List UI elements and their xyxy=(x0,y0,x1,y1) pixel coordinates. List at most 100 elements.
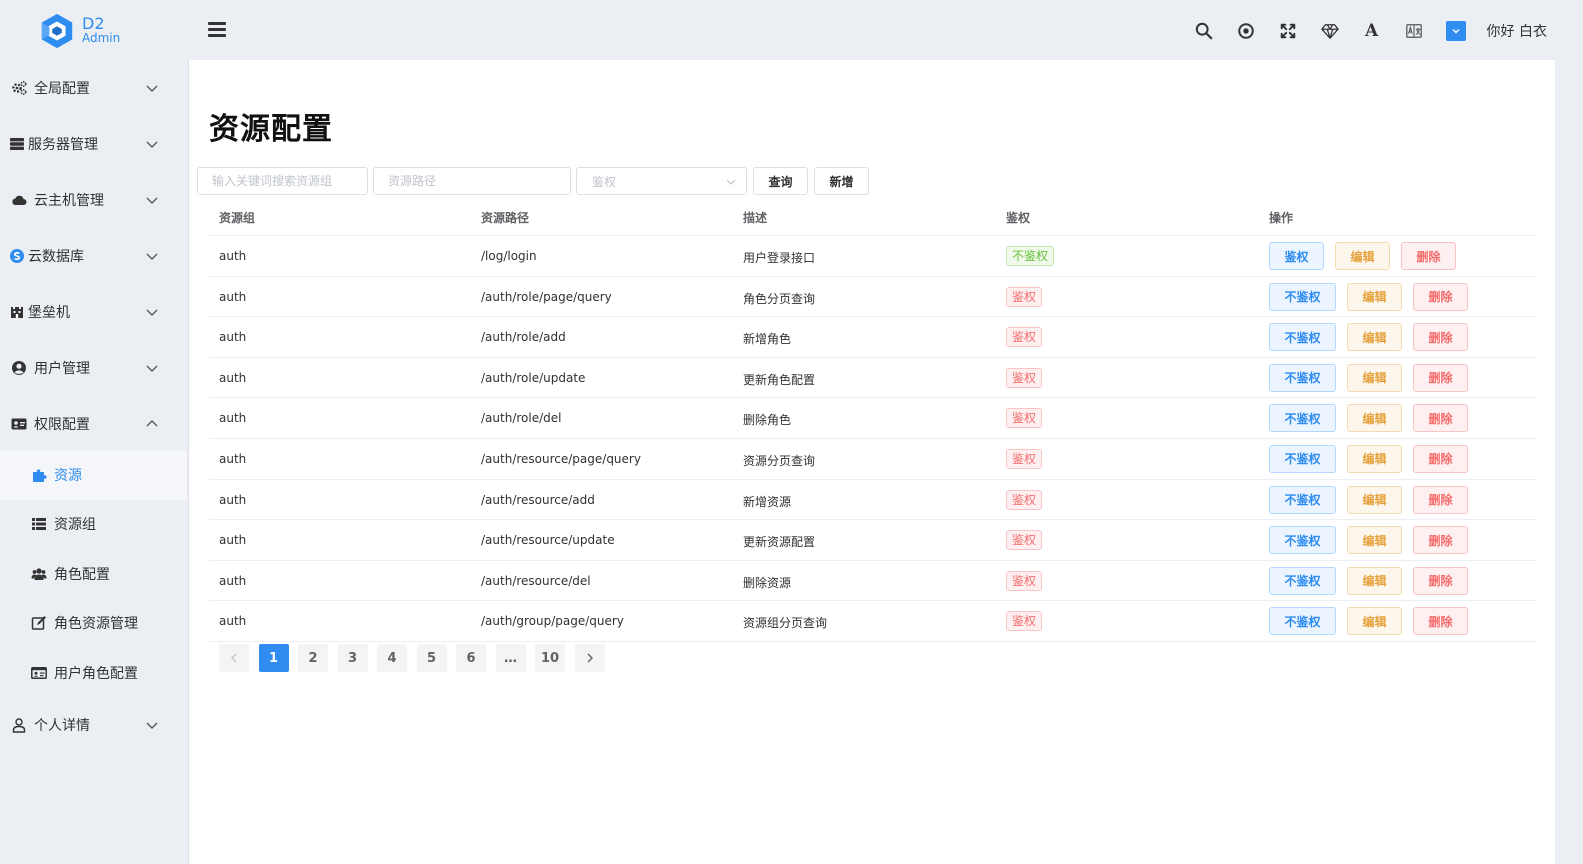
cell-group: auth xyxy=(219,289,247,304)
toggle-auth-button[interactable]: 不鉴权 xyxy=(1269,363,1336,392)
edit-button[interactable]: 编辑 xyxy=(1347,282,1402,311)
toggle-auth-button[interactable]: 鉴权 xyxy=(1269,242,1324,270)
sidebar-item-server-management[interactable]: 服务器管理 xyxy=(0,116,187,172)
sidebar-item-label: 权限配置 xyxy=(34,417,90,433)
delete-button[interactable]: 删除 xyxy=(1413,444,1468,473)
search-button[interactable] xyxy=(1183,16,1225,46)
table-row: auth/auth/role/page/query 角色分页查询 鉴权 不鉴权 编辑 删除 xyxy=(209,277,1536,318)
edit-button[interactable]: 编辑 xyxy=(1335,242,1390,270)
cell-group: auth xyxy=(219,492,247,507)
resource-group-search-input[interactable] xyxy=(197,167,368,195)
toggle-auth-button[interactable]: 不鉴权 xyxy=(1269,485,1336,514)
sidebar-item-personal-details[interactable]: 个人详情 xyxy=(0,697,187,753)
auth-status-badge: 鉴权 xyxy=(1006,448,1043,469)
auth-select-placeholder: 鉴权 xyxy=(592,174,617,189)
edit-button[interactable]: 编辑 xyxy=(1347,607,1402,636)
cell-group: auth xyxy=(219,249,247,263)
sidebar-item-user-management[interactable]: 用户管理 xyxy=(0,340,187,396)
sidebar-subitem-role-config[interactable]: 角色配置 xyxy=(0,549,187,599)
edit-button[interactable]: 编辑 xyxy=(1347,444,1402,473)
fortress-icon xyxy=(11,307,23,318)
page-number-button[interactable]: 3 xyxy=(337,644,368,672)
edit-button[interactable]: 编辑 xyxy=(1347,404,1402,433)
page-number-button[interactable]: 5 xyxy=(416,644,447,672)
theme-color-picker[interactable] xyxy=(1445,21,1466,41)
cell-path: /auth/role/page/query xyxy=(481,289,612,304)
page-number-button[interactable]: 10 xyxy=(535,644,565,672)
font-icon: A xyxy=(1364,21,1379,41)
page-number-button[interactable]: 4 xyxy=(377,644,407,672)
table-row: auth/auth/resource/update 更新资源配置 鉴权 不鉴权 编辑 删除 xyxy=(209,520,1536,561)
delete-button[interactable]: 删除 xyxy=(1413,363,1468,392)
sidebar-item-cloud-host[interactable]: 云主机管理 xyxy=(0,172,187,228)
table-row: auth/auth/resource/page/query 资源分页查询 鉴权 不鉴权… xyxy=(209,439,1536,480)
logo-subtitle: Admin xyxy=(82,31,121,45)
toggle-auth-button[interactable]: 不鉴权 xyxy=(1269,607,1336,636)
edit-button[interactable]: 编辑 xyxy=(1347,485,1402,514)
more-pages-button[interactable]: … xyxy=(495,644,526,672)
theme-button[interactable] xyxy=(1309,16,1351,46)
chevron-down-icon xyxy=(726,179,736,185)
add-button[interactable]: 新增 xyxy=(814,167,869,195)
edit-button[interactable]: 编辑 xyxy=(1347,526,1402,555)
server-icon xyxy=(10,138,24,150)
delete-button[interactable]: 删除 xyxy=(1413,485,1468,514)
delete-button[interactable]: 删除 xyxy=(1413,607,1468,636)
page-number-button[interactable]: 2 xyxy=(298,644,328,672)
resource-table: 资源组 资源路径 描述 鉴权 操作 auth/log/login 用户登录接口 不鉴… xyxy=(209,197,1536,642)
edit-button[interactable]: 编辑 xyxy=(1347,363,1402,392)
id-card-icon xyxy=(11,418,27,430)
cell-description: 用户登录接口 xyxy=(743,251,816,265)
toggle-auth-button[interactable]: 不鉴权 xyxy=(1269,444,1336,473)
sidebar-item-label: 云数据库 xyxy=(28,249,84,265)
hamburger-bar xyxy=(208,34,226,37)
app-logo[interactable]: D2 Admin xyxy=(38,12,148,50)
chevron-down-icon xyxy=(146,141,158,148)
resource-path-input[interactable] xyxy=(373,167,571,195)
sidebar-item-permission-config[interactable]: 权限配置 xyxy=(0,396,187,452)
delete-button[interactable]: 删除 xyxy=(1413,404,1468,433)
sidebar-item-label: 全局配置 xyxy=(34,81,90,97)
user-greeting[interactable]: 你好 白衣 xyxy=(1487,21,1547,41)
sidebar-subitem-resource-group[interactable]: 资源组 xyxy=(0,499,187,549)
fullscreen-icon xyxy=(1280,23,1295,39)
fullscreen-button[interactable] xyxy=(1267,16,1309,46)
delete-button[interactable]: 删除 xyxy=(1413,526,1468,555)
delete-button[interactable]: 删除 xyxy=(1401,242,1456,270)
edit-button[interactable]: 编辑 xyxy=(1347,566,1402,595)
sidebar-subitem-role-resource[interactable]: 角色资源管理 xyxy=(0,598,187,648)
query-button[interactable]: 查询 xyxy=(753,167,808,195)
next-page-button[interactable] xyxy=(575,644,605,672)
toggle-auth-button[interactable]: 不鉴权 xyxy=(1269,566,1336,595)
delete-button[interactable]: 删除 xyxy=(1413,323,1468,352)
sidebar-subitem-resource[interactable]: 资源 xyxy=(0,450,187,500)
delete-button[interactable]: 删除 xyxy=(1413,282,1468,311)
log-button[interactable] xyxy=(1225,16,1267,46)
toggle-auth-button[interactable]: 不鉴权 xyxy=(1269,282,1336,311)
font-size-button[interactable]: A xyxy=(1351,16,1393,46)
toggle-auth-button[interactable]: 不鉴权 xyxy=(1269,404,1336,433)
cell-group: auth xyxy=(219,573,247,588)
cell-path: /auth/role/update xyxy=(481,370,586,385)
auth-filter-select[interactable]: 鉴权 xyxy=(576,167,747,195)
language-button[interactable] xyxy=(1393,16,1435,46)
page-number-button[interactable]: 1 xyxy=(258,644,289,672)
toggle-auth-button[interactable]: 不鉴权 xyxy=(1269,323,1336,352)
cell-description: 资源组分页查询 xyxy=(743,616,828,631)
prev-page-button[interactable] xyxy=(219,644,249,672)
sidebar-subitem-user-role[interactable]: 用户角色配置 xyxy=(0,648,187,698)
sidebar-item-cloud-database[interactable]: 云数据库 xyxy=(0,228,187,284)
auth-status-badge: 鉴权 xyxy=(1006,408,1043,429)
delete-button[interactable]: 删除 xyxy=(1413,566,1468,595)
page-number-button[interactable]: 6 xyxy=(456,644,486,672)
sidebar-item-global-config[interactable]: 全局配置 xyxy=(0,60,187,116)
chevron-down-icon xyxy=(146,365,158,372)
toggle-auth-button[interactable]: 不鉴权 xyxy=(1269,526,1336,555)
puzzle-icon xyxy=(33,469,47,482)
cell-group: auth xyxy=(219,533,247,548)
edit-button[interactable]: 编辑 xyxy=(1347,323,1402,352)
sidebar-item-label: 服务器管理 xyxy=(28,137,98,153)
sidebar-menu: 全局配置 服务器管理 云主机管理 云数据库 堡垒机 用户管理 权限配置 资源 资… xyxy=(0,60,187,864)
menu-toggle-button[interactable] xyxy=(208,22,226,38)
sidebar-item-bastion[interactable]: 堡垒机 xyxy=(0,284,187,340)
